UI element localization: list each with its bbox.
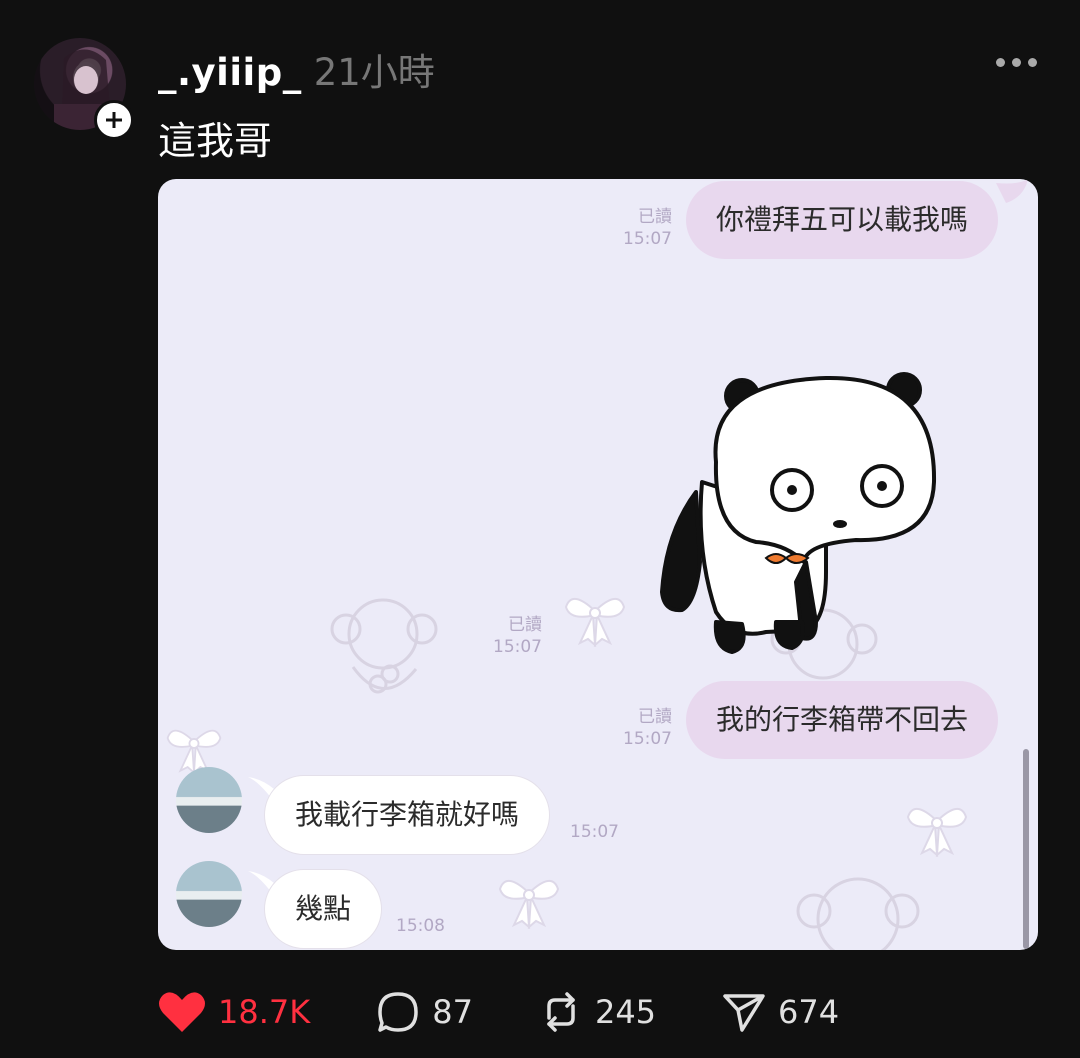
post-header: _.yiiip_ 21小時: [158, 42, 435, 96]
more-icon[interactable]: [996, 58, 1037, 67]
comment-button[interactable]: 87: [376, 990, 473, 1034]
repost-button[interactable]: 245: [539, 990, 656, 1034]
bow-icon: [906, 808, 968, 857]
message-meta: 已讀 15:07: [598, 206, 672, 250]
bow-icon: [498, 880, 560, 929]
message-time: 15:07: [493, 637, 542, 657]
scrollbar[interactable]: [1023, 749, 1029, 949]
chat-screenshot[interactable]: 已讀 15:07 你禮拜五可以載我嗎 已讀 15:07 已讀 15:07 我的行…: [158, 179, 1038, 950]
like-button[interactable]: 18.7K: [158, 990, 310, 1034]
bow-icon: [564, 598, 626, 647]
read-receipt: 已讀: [638, 207, 672, 227]
message-bubble-incoming[interactable]: 幾點: [264, 869, 383, 949]
share-count: 674: [778, 993, 840, 1031]
repost-icon: [547, 992, 575, 1032]
message-time: 15:07: [570, 822, 619, 842]
message-bubble-outgoing[interactable]: 你禮拜五可以載我嗎: [686, 181, 999, 259]
message-meta: 已讀 15:07: [468, 614, 542, 658]
dog-watermark-icon: [796, 877, 920, 950]
message-bubble-outgoing[interactable]: 我的行李箱帶不回去: [686, 681, 999, 759]
message-time: 15:08: [396, 916, 445, 936]
author-avatar-wrap[interactable]: [34, 38, 134, 140]
action-bar: 18.7K 87 245 674: [158, 990, 905, 1034]
follow-button[interactable]: [94, 100, 134, 140]
share-icon: [723, 994, 765, 1032]
bubble-tail: [996, 179, 1028, 203]
comment-icon: [378, 992, 418, 1032]
repost-count: 245: [594, 993, 657, 1031]
post-caption: 這我哥: [158, 119, 273, 163]
message-bubble-incoming[interactable]: 我載行李箱就好嗎: [264, 775, 551, 855]
share-button[interactable]: 674: [722, 990, 839, 1034]
username[interactable]: _.yiiip_: [158, 51, 302, 94]
message-time: 15:07: [623, 229, 672, 249]
message-meta: 已讀 15:07: [598, 706, 672, 750]
post-time: 21小時: [313, 51, 435, 94]
contact-avatar[interactable]: [176, 767, 242, 833]
panda-sticker[interactable]: [656, 372, 940, 662]
message-time: 15:07: [623, 729, 672, 749]
plus-icon: [106, 112, 122, 128]
like-count: 18.7K: [218, 993, 311, 1031]
contact-avatar[interactable]: [176, 861, 242, 927]
read-receipt: 已讀: [638, 707, 672, 727]
dog-watermark-icon: [330, 598, 438, 694]
comment-count: 87: [432, 993, 473, 1031]
heart-icon: [159, 992, 205, 1032]
read-receipt: 已讀: [508, 615, 542, 635]
